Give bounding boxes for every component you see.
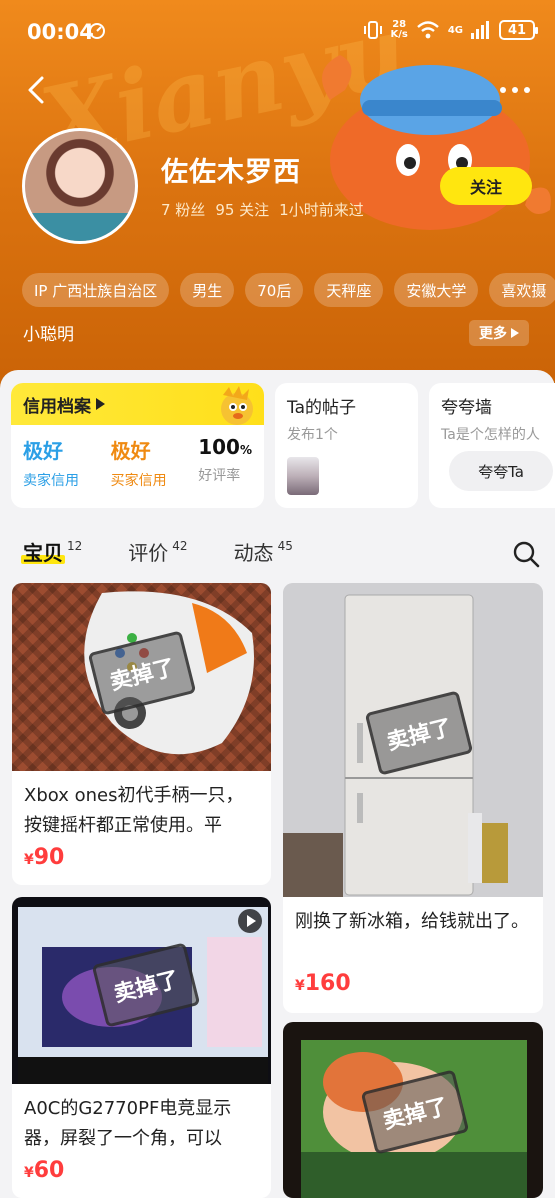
tag-hobby: 喜欢摄 — [489, 273, 555, 307]
product-price: ¥160 — [283, 967, 543, 1000]
buyer-credit: 极好 买家信用 — [111, 435, 167, 490]
fans-count[interactable]: 7 粉丝 — [161, 199, 205, 220]
product-title: Xbox ones初代手柄一只，按键摇杆都正常使用。平 — [24, 785, 244, 836]
praise-wall-card[interactable]: 夸夸墙 Ta是个怎样的人 夸夸Ta — [429, 383, 555, 508]
product-title: A0C的G2770PF电竞显示器，屏裂了一个角，可以 — [24, 1098, 232, 1149]
last-active: 1小时前来过 — [279, 201, 364, 219]
positive-rate-unit: % — [239, 443, 252, 457]
tab-items-label: 宝贝 — [21, 537, 65, 566]
triangle-right-icon — [96, 398, 105, 410]
seller-credit-value: 极好 — [23, 439, 63, 463]
play-video-icon[interactable] — [238, 909, 262, 933]
currency-symbol: ¥ — [24, 852, 34, 868]
fish-mascot-icon — [221, 386, 253, 425]
positive-rate-value: 100% — [198, 435, 252, 459]
positive-rate-number: 100 — [198, 435, 240, 459]
vibrate-icon — [364, 21, 383, 39]
network-type: 4G — [447, 24, 463, 36]
avatar[interactable] — [22, 128, 138, 244]
more-info-label: 更多 — [479, 326, 507, 342]
seller-credit-label: 卖家信用 — [23, 473, 79, 489]
tab-reviews[interactable]: 评价 42 — [128, 537, 187, 566]
tab-updates[interactable]: 动态 45 — [234, 537, 293, 566]
network-speed: 28 K/s — [390, 20, 407, 40]
tab-reviews-label: 评价 — [128, 541, 169, 565]
praise-subtitle: Ta是个怎样的人 — [441, 427, 540, 443]
status-bar: 00:04 28 K/s 4G 41 — [0, 0, 555, 64]
net-speed-unit: K/s — [390, 29, 408, 40]
seller-credit: 极好 卖家信用 — [23, 435, 79, 490]
credit-body: 极好 卖家信用 极好 买家信用 100% 好评率 — [11, 425, 264, 490]
product-title: 刚换了新冰箱，给钱就出了。 — [295, 911, 529, 932]
praise-title: 夸夸墙 — [441, 398, 492, 418]
posts-title: Ta的帖子 — [287, 398, 356, 418]
posts-subtitle: 发布1个 — [287, 427, 338, 443]
speedometer-icon — [89, 23, 105, 39]
more-info-button[interactable]: 更多 — [469, 320, 529, 346]
product-card-fridge[interactable]: 卖掉了 刚换了新冰箱，给钱就出了。 ¥160 — [283, 583, 543, 1013]
buyer-credit-value: 极好 — [110, 439, 151, 463]
post-thumbnail[interactable] — [287, 457, 319, 495]
product-price: ¥90 — [12, 841, 271, 874]
product-price: ¥60 — [12, 1154, 271, 1187]
product-image-fridge: 卖掉了 — [283, 583, 543, 897]
wifi-icon — [417, 21, 439, 39]
tab-updates-label: 动态 — [233, 541, 274, 565]
profile-name: 佐佐木罗西 — [161, 157, 301, 188]
profile-stats: 7 粉丝 95 关注 1小时前来过 — [161, 199, 364, 220]
tag-ip-location: IP 广西壮族自治区 — [22, 273, 170, 307]
profile-tags: IP 广西壮族自治区 男生 70后 天秤座 安徽大学 喜欢摄 — [22, 273, 555, 307]
following-count[interactable]: 95 关注 — [215, 199, 269, 220]
profile-bio: 小聪明 — [23, 325, 74, 345]
tab-items[interactable]: 宝贝 12 — [21, 537, 83, 566]
tab-reviews-count: 42 — [172, 539, 188, 553]
product-image-artwork: 卖掉了 — [283, 1022, 543, 1198]
tag-school: 安徽大学 — [394, 273, 479, 307]
product-card-artwork[interactable]: 卖掉了 — [283, 1022, 543, 1198]
positive-rate: 100% 好评率 — [198, 435, 252, 490]
product-card-monitor[interactable]: 卖掉了 A0C的G2770PF电竞显示器，屏裂了一个角，可以 ¥60 — [12, 897, 271, 1198]
credit-title: 信用档案 — [23, 396, 91, 417]
search-icon[interactable] — [512, 540, 540, 568]
praise-button[interactable]: 夸夸Ta — [449, 451, 553, 491]
status-time: 00:04 — [27, 20, 94, 44]
signal-icon — [471, 21, 489, 39]
price-value: 60 — [33, 1158, 65, 1183]
battery-indicator: 41 — [499, 20, 538, 40]
more-options-icon[interactable] — [497, 80, 533, 100]
tab-updates-count: 45 — [277, 539, 293, 553]
item-tabs: 宝贝 12 评价 42 动态 45 — [21, 537, 339, 566]
price-value: 90 — [33, 845, 65, 870]
back-icon[interactable] — [22, 72, 54, 108]
product-image-controller: 卖掉了 — [12, 583, 271, 771]
price-value: 160 — [304, 971, 351, 996]
triangle-right-icon — [511, 328, 519, 338]
currency-symbol: ¥ — [24, 1165, 34, 1181]
tag-gender: 男生 — [180, 273, 235, 307]
credit-card[interactable]: 信用档案 极好 卖家信用 极好 买家信用 100% 好评率 — [11, 383, 264, 508]
tag-age: 70后 — [245, 273, 304, 307]
posts-card[interactable]: Ta的帖子 发布1个 — [275, 383, 418, 508]
tag-zodiac: 天秤座 — [314, 273, 384, 307]
profile-header: Xianyu 00:04 28 K/s 4G 41 佐佐木罗西 7 粉丝 95 … — [0, 0, 555, 400]
tab-items-count: 12 — [67, 539, 83, 553]
currency-symbol: ¥ — [295, 978, 305, 994]
follow-button[interactable]: 关注 — [440, 167, 532, 205]
product-card-controller[interactable]: 卖掉了 Xbox ones初代手柄一只，按键摇杆都正常使用。平 ¥90 — [12, 583, 271, 885]
product-image-monitor: 卖掉了 — [12, 897, 271, 1084]
positive-rate-label: 好评率 — [198, 468, 241, 484]
buyer-credit-label: 买家信用 — [110, 473, 167, 489]
